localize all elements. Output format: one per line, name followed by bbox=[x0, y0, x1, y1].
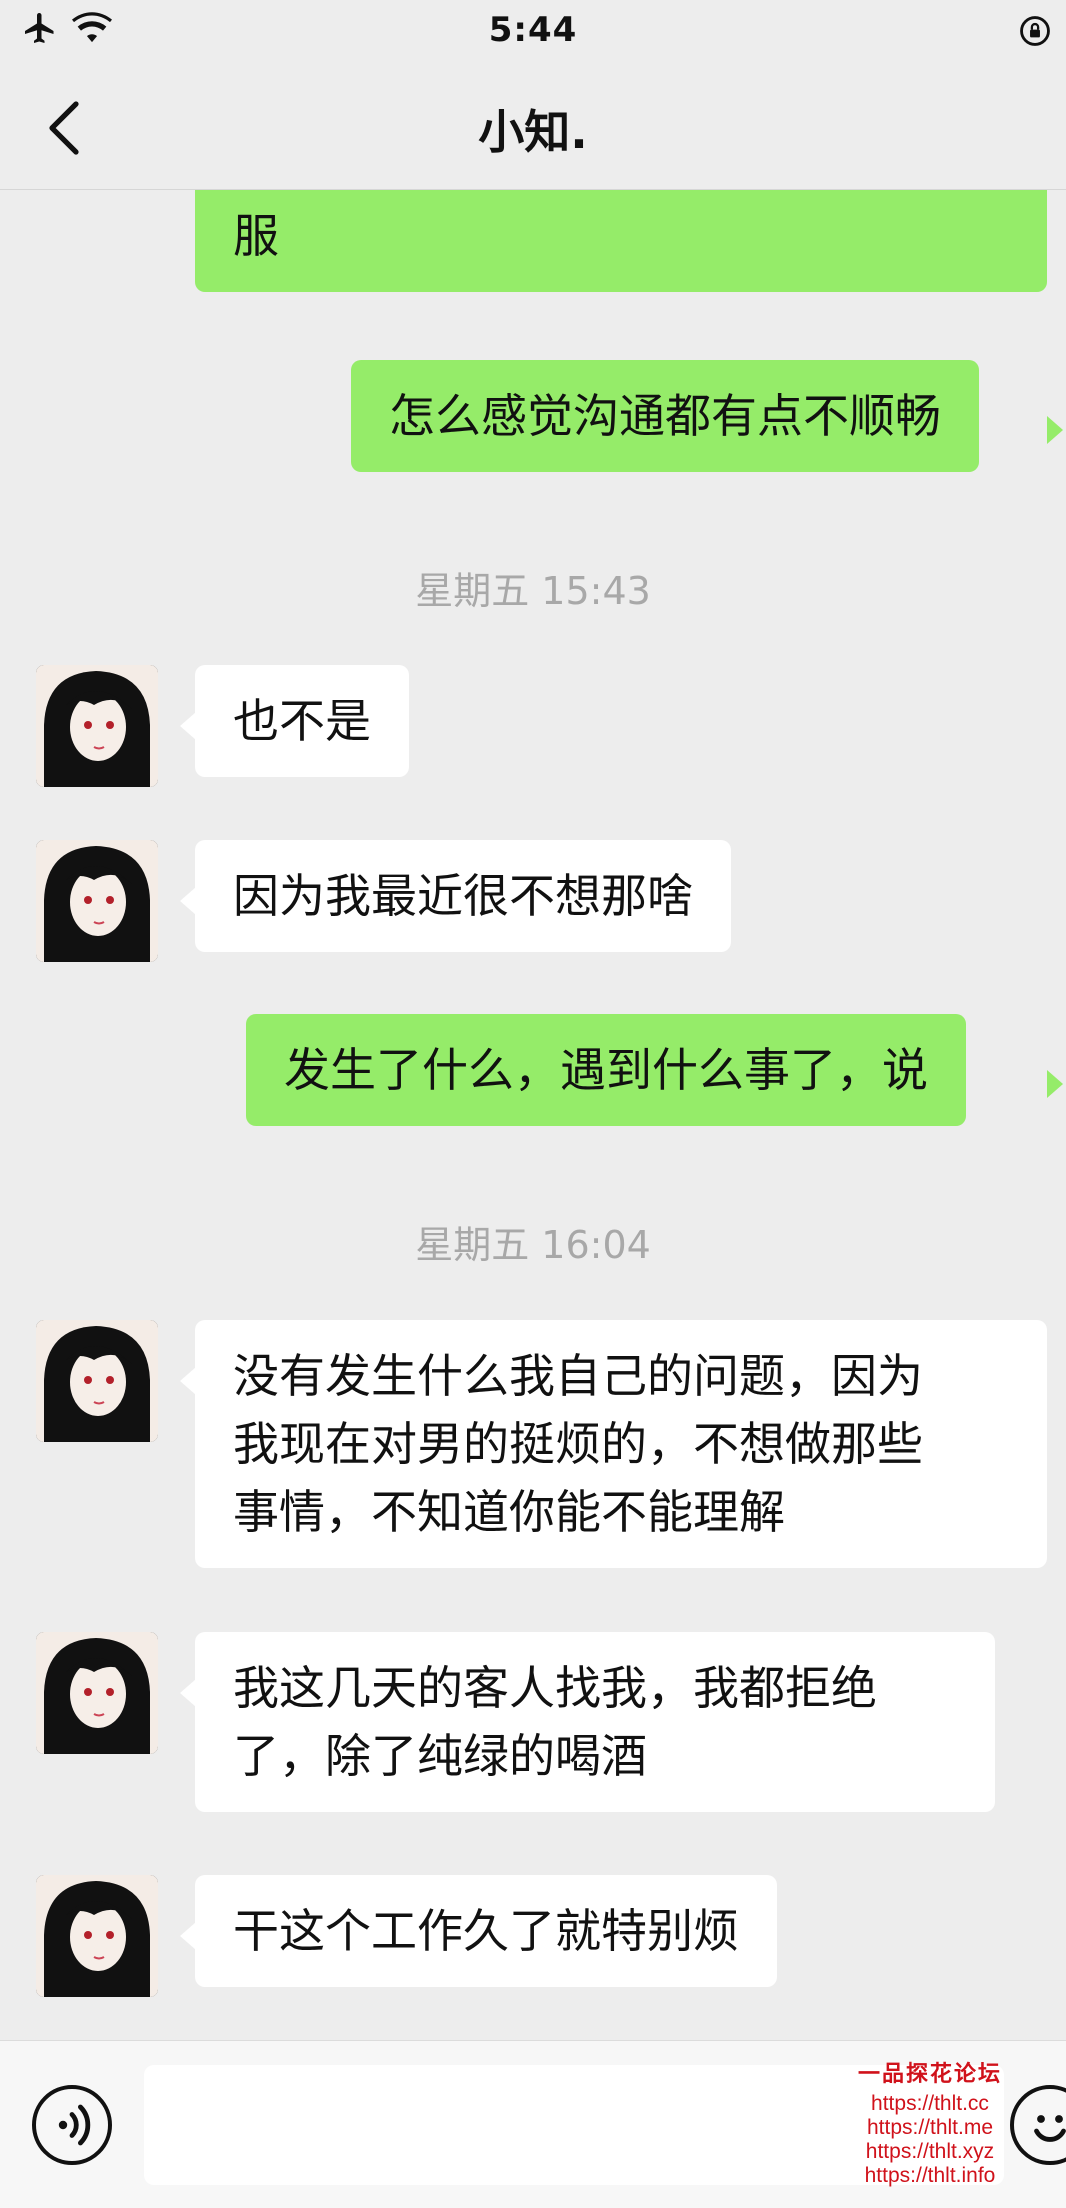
avatar-image bbox=[36, 1632, 158, 1754]
bubble-tail bbox=[180, 1922, 196, 1950]
avatar[interactable] bbox=[36, 1632, 158, 1754]
avatar-image bbox=[36, 665, 158, 787]
avatar[interactable] bbox=[36, 840, 158, 962]
message-bubble-sent[interactable]: 怎么感觉沟通都有点不顺畅 bbox=[351, 360, 979, 472]
watermark: 一品探花论坛 https://thlt.cc https://thlt.me h… bbox=[840, 2056, 1020, 2188]
avatar[interactable] bbox=[36, 665, 158, 787]
message-bubble-received[interactable]: 没有发生什么我自己的问题，因为 我现在对男的挺烦的，不想做那些 事情，不知道你能… bbox=[195, 1320, 1047, 1568]
emoji-icon bbox=[1034, 2115, 1066, 2142]
avatar-image bbox=[36, 1875, 158, 1997]
avatar[interactable] bbox=[36, 1320, 158, 1442]
bubble-tail bbox=[1047, 416, 1063, 444]
chat-message-list[interactable]: 吗，还是我是个只很经人感到不的 服 怎么感觉沟通都有点不顺畅 星期五 15:43… bbox=[0, 190, 1066, 2040]
message-timestamp: 星期五 16:04 bbox=[415, 1223, 651, 1267]
voice-button[interactable] bbox=[32, 2085, 112, 2165]
bubble-tail bbox=[180, 712, 196, 740]
avatar[interactable] bbox=[36, 1875, 158, 1997]
message-bubble-received[interactable]: 因为我最近很不想那啥 bbox=[195, 840, 731, 952]
bubble-tail bbox=[180, 1679, 196, 1707]
status-icons-right bbox=[1018, 14, 1052, 52]
watermark-title: 一品探花论坛 bbox=[857, 2061, 1002, 2087]
bubble-tail bbox=[1047, 1070, 1063, 1098]
watermark-url: https://thlt.info bbox=[864, 2164, 996, 2187]
message-bubble-sent[interactable]: 发生了什么，遇到什么事了，说 bbox=[246, 1014, 966, 1126]
nav-bar: 小知. bbox=[0, 62, 1066, 190]
message-timestamp: 星期五 15:43 bbox=[415, 569, 651, 613]
voice-icon bbox=[58, 2104, 91, 2146]
chat-title: 小知. bbox=[478, 105, 588, 159]
rotation-lock-icon bbox=[1020, 16, 1050, 46]
avatar-image bbox=[36, 1320, 158, 1442]
message-bubble-received[interactable]: 也不是 bbox=[195, 665, 409, 777]
bubble-tail bbox=[180, 887, 196, 915]
watermark-url: https://thlt.xyz bbox=[865, 2140, 995, 2163]
bubble-tail bbox=[180, 1367, 196, 1395]
watermark-url: https://thlt.cc bbox=[871, 2092, 989, 2115]
avatar-image bbox=[36, 840, 158, 962]
status-bar: 5:44 bbox=[0, 0, 1066, 62]
message-bubble-received[interactable]: 干这个工作久了就特别烦 bbox=[195, 1875, 777, 1987]
message-bubble-received[interactable]: 我这几天的客人找我，我都拒绝 了，除了纯绿的喝酒 bbox=[195, 1632, 995, 1812]
message-bubble-sent[interactable]: 吗，还是我是个只很经人感到不的 服 bbox=[195, 190, 1047, 292]
watermark-url: https://thlt.me bbox=[866, 2116, 994, 2139]
status-time: 5:44 bbox=[488, 10, 578, 50]
